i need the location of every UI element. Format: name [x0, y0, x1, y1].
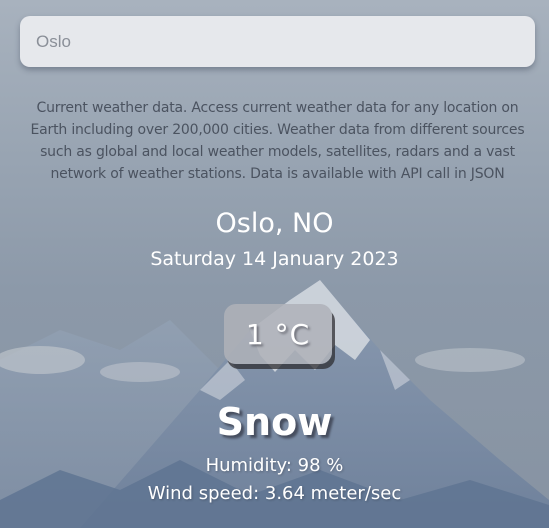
temperature-value: 1 °C: [245, 317, 311, 351]
wind-speed-label: Wind speed: 3.64 meter/sec: [147, 483, 402, 504]
weather-condition: Snow: [216, 400, 333, 444]
search-input[interactable]: [20, 16, 535, 67]
weather-app: Current weather data. Access current wea…: [0, 0, 549, 528]
temperature-card: 1 °C: [224, 304, 332, 364]
location-title: Oslo, NO: [215, 208, 334, 239]
humidity-label: Humidity: 98 %: [205, 455, 344, 476]
date-label: Saturday 14 January 2023: [150, 248, 399, 270]
api-description: Current weather data. Access current wea…: [30, 100, 525, 182]
